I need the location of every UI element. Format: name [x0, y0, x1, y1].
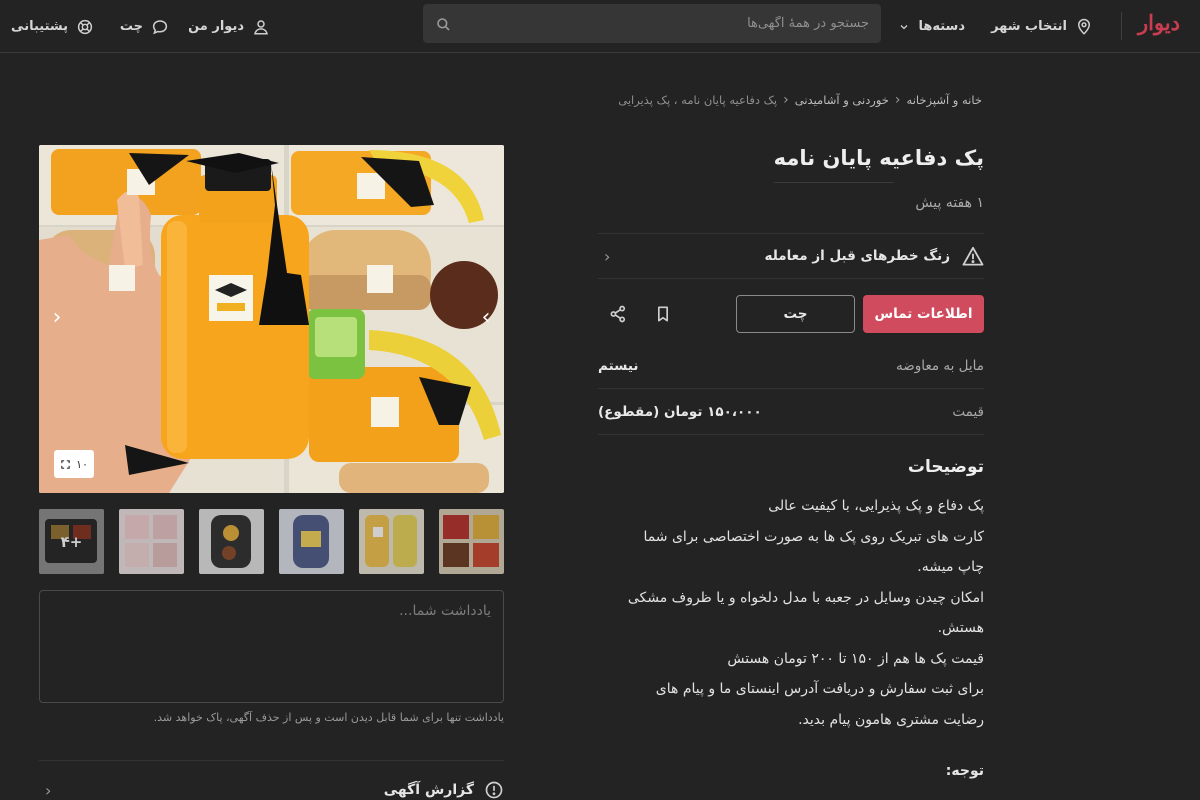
- my-divar-label: دیوار من: [188, 19, 244, 34]
- risk-warning-label-group: زنگ خطرهای قبل از معامله: [765, 246, 984, 266]
- description-line: چاپ میشه.: [917, 559, 984, 575]
- posted-time: ۱ هفته پیش: [915, 195, 984, 211]
- chat-bubble-icon: [151, 18, 169, 36]
- breadcrumb-item-food-drink[interactable]: خوردنی و آشامیدنی: [795, 93, 889, 107]
- gallery-next-arrow-icon[interactable]: ›: [474, 305, 498, 330]
- warning-triangle-icon: [962, 246, 984, 266]
- report-divider: [39, 760, 504, 761]
- breadcrumb-item-current: پک دفاعیه پایان نامه ، پک پذیرایی: [618, 93, 778, 107]
- chat-nav-button[interactable]: چت: [120, 0, 169, 53]
- main-product-photo: [39, 145, 504, 493]
- description-line: قیمت پک ها هم از ۱۵۰ تا ۲۰۰ تومان هستش: [727, 650, 984, 667]
- expand-icon: [60, 459, 71, 470]
- chevron-down-icon: [898, 21, 910, 33]
- description-line: برای ثبت سفارش و دریافت آدرس اینستای ما …: [655, 681, 984, 697]
- chat-button[interactable]: چت: [736, 295, 855, 333]
- image-count: ۱۰: [76, 457, 88, 471]
- image-gallery[interactable]: ‹ › ۱۰: [39, 145, 504, 493]
- description-title: توضیحات: [907, 457, 984, 477]
- support-lifebuoy-icon: [76, 18, 94, 36]
- categories-label: دسته‌ها: [918, 19, 965, 34]
- negotiable-key: مایل به معاوضه: [896, 357, 984, 374]
- action-bar: اطلاعات تماس چت: [598, 295, 984, 333]
- title-divider: [774, 182, 894, 183]
- alert-circle-icon: [484, 780, 504, 800]
- contact-info-button[interactable]: اطلاعات تماس: [863, 295, 984, 333]
- description-line: کارت های تبریک روی پک ها به صورت اختصاصی…: [643, 528, 984, 545]
- price-key: قیمت: [952, 403, 984, 420]
- more-thumbnails-count: +۴: [39, 509, 104, 574]
- support-label: پشتیبانی: [11, 19, 68, 34]
- description-line: هستش.: [937, 620, 984, 636]
- report-label-group: گزارش آگهی: [384, 780, 504, 800]
- attention-label: توجه:: [945, 763, 984, 779]
- thumbnail-5[interactable]: [119, 509, 184, 574]
- listing-details: پک دفاعیه پایان نامه ۱ هفته پیش زنگ خطره…: [598, 140, 984, 779]
- price-row: قیمت ۱۵۰،۰۰۰ تومان (مقطوع): [598, 389, 984, 435]
- report-listing-row[interactable]: گزارش آگهی ‹: [39, 776, 504, 800]
- categories-menu[interactable]: دسته‌ها: [898, 0, 965, 53]
- chevron-left-icon: ‹: [604, 246, 611, 266]
- listing-title: پک دفاعیه پایان نامه: [773, 146, 984, 170]
- report-label: گزارش آگهی: [383, 782, 474, 798]
- top-header: دیوار انتخاب شهر دسته‌ها دیوار من چت: [0, 0, 1200, 53]
- chevron-left-icon: ‹: [894, 92, 901, 108]
- chevron-left-icon: ‹: [783, 92, 789, 108]
- search-bar[interactable]: [423, 4, 881, 43]
- share-icon[interactable]: [608, 304, 628, 324]
- negotiable-value: نیستم: [598, 357, 639, 374]
- my-divar-button[interactable]: دیوار من: [188, 0, 270, 53]
- thumbnail-2[interactable]: [359, 509, 424, 574]
- bookmark-icon[interactable]: [653, 304, 673, 324]
- thumbnail-1[interactable]: [439, 509, 504, 574]
- city-selector[interactable]: انتخاب شهر: [991, 0, 1093, 53]
- logo-divider: [1121, 12, 1122, 40]
- thumbnail-strip: +۴: [39, 509, 504, 574]
- location-pin-icon: [1075, 18, 1093, 36]
- note-hint: یادداشت تنها برای شما قابل دیدن است و پس…: [153, 711, 504, 724]
- risk-warning-row[interactable]: زنگ خطرهای قبل از معامله ‹: [598, 233, 984, 279]
- user-icon: [252, 18, 270, 36]
- note-textarea[interactable]: [39, 590, 504, 703]
- thumbnail-more[interactable]: +۴: [39, 509, 104, 574]
- thumbnail-3[interactable]: [279, 509, 344, 574]
- risk-warning-label: زنگ خطرهای قبل از معامله: [764, 248, 950, 264]
- price-value: ۱۵۰،۰۰۰ تومان (مقطوع): [598, 403, 762, 420]
- city-selector-label: انتخاب شهر: [991, 19, 1067, 34]
- breadcrumb-item-home-kitchen[interactable]: خانه و آشپزخانه: [907, 93, 982, 107]
- chevron-left-icon: ‹: [45, 780, 52, 800]
- negotiable-row: مایل به معاوضه نیستم: [598, 343, 984, 389]
- divar-logo[interactable]: دیوار: [1138, 10, 1180, 35]
- breadcrumb: خانه و آشپزخانه ‹ خوردنی و آشامیدنی ‹ پک…: [618, 92, 982, 108]
- search-icon[interactable]: [435, 16, 451, 32]
- support-button[interactable]: پشتیبانی: [11, 0, 94, 53]
- gallery-prev-arrow-icon[interactable]: ‹: [45, 305, 69, 330]
- description-line: امکان چیدن وسایل در جعبه با مدل دلخواه و…: [627, 589, 984, 606]
- chat-nav-label: چت: [119, 19, 143, 34]
- thumbnail-4[interactable]: [199, 509, 264, 574]
- search-input[interactable]: [461, 16, 869, 31]
- description-line: پک دفاع و پک پذیرایی، با کیفیت عالی: [768, 498, 984, 514]
- image-count-badge[interactable]: ۱۰: [54, 450, 94, 478]
- description-line: رضایت مشتری هامون پیام بدید.: [798, 711, 984, 728]
- description-body: پک دفاع و پک پذیرایی، با کیفیت عالی کارت…: [598, 491, 984, 735]
